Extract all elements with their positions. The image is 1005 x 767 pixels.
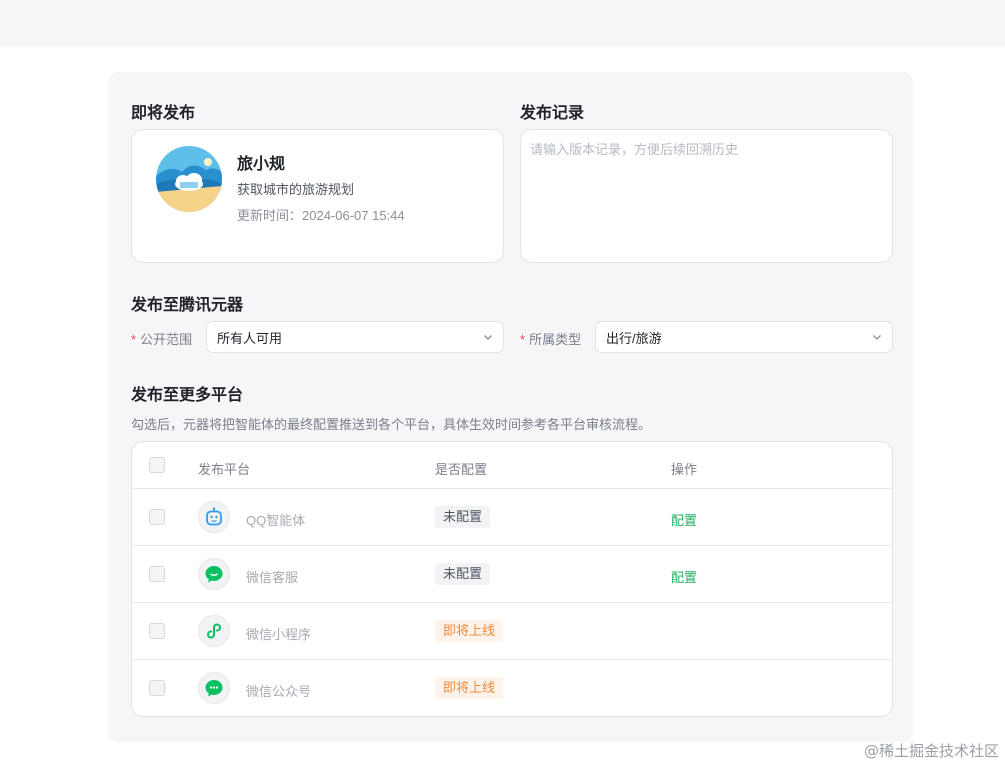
app-name: 旅小规	[237, 156, 286, 173]
scope-label: * 公开范围	[131, 329, 192, 348]
row-checkbox[interactable]	[149, 623, 165, 639]
chevron-down-icon	[484, 335, 492, 340]
app-avatar-icon	[156, 146, 222, 212]
table-row: 微信客服 未配置 配置	[132, 546, 892, 603]
section-title-record: 发布记录	[520, 105, 585, 122]
type-select[interactable]: 出行/旅游	[595, 321, 893, 353]
header-platform: 发布平台	[198, 462, 251, 477]
row-checkbox[interactable]	[149, 509, 165, 525]
required-mark: *	[520, 332, 526, 347]
wechat-official-icon	[198, 672, 230, 704]
version-record-input[interactable]	[520, 129, 893, 263]
type-select-value: 出行/旅游	[606, 330, 662, 346]
scope-label-text: 公开范围	[140, 332, 193, 347]
qq-bot-icon	[198, 501, 230, 533]
row-checkbox[interactable]	[149, 680, 165, 696]
status-badge: 未配置	[435, 563, 491, 585]
platform-name: 微信客服	[246, 570, 299, 585]
section-title-more: 发布至更多平台	[131, 387, 244, 404]
status-badge: 未配置	[435, 506, 491, 528]
top-bar	[0, 0, 1005, 47]
platform-name: 微信公众号	[246, 684, 312, 699]
required-mark: *	[131, 332, 137, 347]
row-checkbox[interactable]	[149, 566, 165, 582]
header-action: 操作	[671, 462, 698, 477]
section-title-tencent: 发布至腾讯元器	[131, 297, 244, 314]
chevron-down-icon	[873, 335, 881, 340]
platform-name: QQ智能体	[246, 513, 306, 528]
type-label-text: 所属类型	[529, 332, 582, 347]
wechat-service-icon	[198, 558, 230, 590]
scope-select-value: 所有人可用	[217, 330, 283, 346]
status-badge: 即将上线	[435, 677, 504, 699]
mini-program-icon	[198, 615, 230, 647]
platform-table: 发布平台 是否配置 操作 QQ智能体 未配置 配置 微信客服 未配置 配置 微信…	[131, 441, 893, 717]
app-description: 获取城市的旅游规划	[237, 182, 355, 197]
table-row: 微信公众号 即将上线	[132, 660, 892, 716]
watermark: @稀土掘金技术社区	[863, 742, 999, 760]
configure-button[interactable]: 配置	[671, 567, 697, 586]
header-configured: 是否配置	[435, 462, 488, 477]
table-header: 发布平台 是否配置 操作	[132, 442, 892, 489]
table-row: 微信小程序 即将上线	[132, 603, 892, 660]
section-title-upcoming: 即将发布	[131, 105, 196, 122]
app-updated-time: 更新时间：2024-06-07 15:44	[237, 208, 405, 223]
select-all-checkbox[interactable]	[149, 457, 165, 473]
scope-select[interactable]: 所有人可用	[206, 321, 504, 353]
app-card: 旅小规 获取城市的旅游规划 更新时间：2024-06-07 15:44	[131, 129, 504, 263]
status-badge: 即将上线	[435, 620, 504, 642]
type-label: * 所属类型	[520, 329, 581, 348]
platform-name: 微信小程序	[246, 627, 312, 642]
platform-hint: 勾选后，元器将把智能体的最终配置推送到各个平台，具体生效时间参考各平台审核流程。	[131, 417, 652, 432]
configure-button[interactable]: 配置	[671, 510, 697, 529]
table-row: QQ智能体 未配置 配置	[132, 489, 892, 546]
